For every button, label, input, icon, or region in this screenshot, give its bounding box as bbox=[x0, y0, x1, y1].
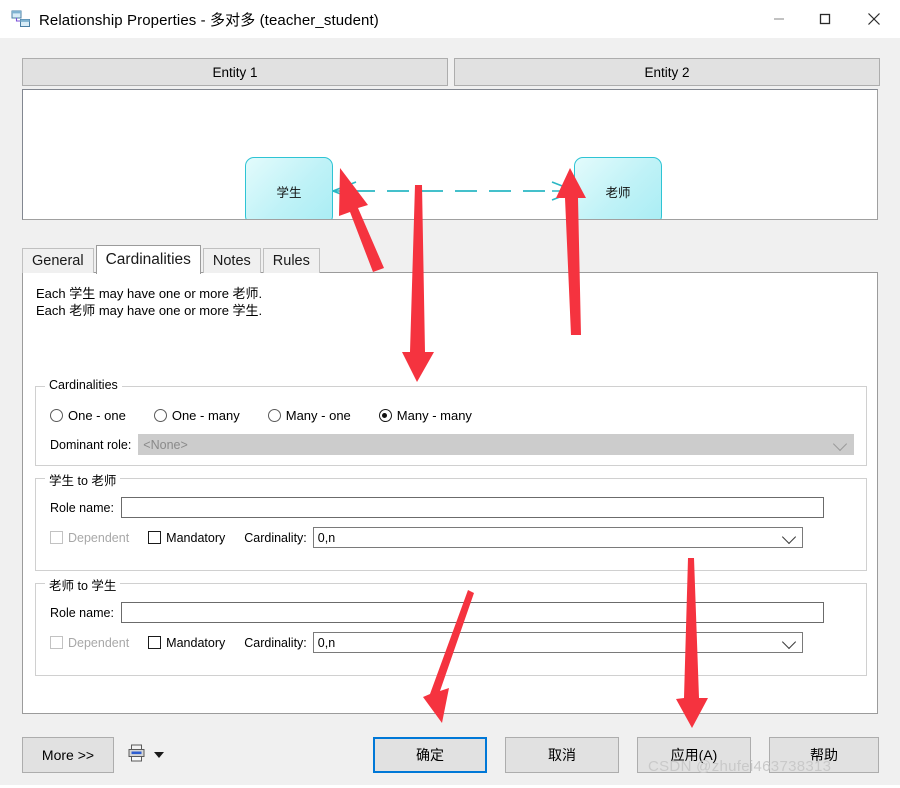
role-name-row: Role name: bbox=[50, 497, 824, 518]
entity-box-teacher[interactable]: 老师 bbox=[574, 157, 662, 219]
relationship-diagram-panel[interactable]: 学生 老师 bbox=[22, 89, 878, 220]
dominant-role-row: Dominant role: <None> bbox=[50, 434, 856, 455]
dependent-checkbox[interactable]: Dependent bbox=[50, 636, 129, 650]
printer-icon[interactable] bbox=[128, 744, 145, 765]
role-name-row: Role name: bbox=[50, 602, 824, 623]
radio-indicator bbox=[50, 409, 63, 422]
relationship-icon bbox=[11, 10, 31, 28]
checkbox-indicator bbox=[148, 636, 162, 649]
mandatory-label: Mandatory bbox=[166, 530, 226, 545]
role-options-row: Dependent Mandatory Cardinality: 0,n bbox=[50, 632, 803, 653]
checkbox-indicator bbox=[50, 531, 63, 544]
window-controls bbox=[756, 0, 900, 38]
role-name-label: Role name: bbox=[50, 605, 114, 620]
tab-rules[interactable]: Rules bbox=[262, 248, 320, 273]
cardinalities-group: Cardinalities One - one One - many Many … bbox=[35, 378, 867, 466]
radio-many-one[interactable]: Many - one bbox=[267, 408, 351, 423]
chevron-down-icon bbox=[781, 529, 796, 544]
dependent-label: Dependent bbox=[68, 530, 130, 545]
radio-label: One - one bbox=[68, 408, 126, 423]
dependent-label: Dependent bbox=[68, 635, 130, 650]
cardinality-value: 0,n bbox=[317, 635, 336, 650]
mandatory-label: Mandatory bbox=[166, 635, 226, 650]
role-group-title: 学生 to 老师 bbox=[45, 470, 121, 489]
radio-many-many[interactable]: Many - many bbox=[378, 408, 472, 423]
close-button[interactable] bbox=[848, 0, 900, 38]
cardinalities-tab-page: Each 学生 may have one or more 老师. Each 老师… bbox=[22, 272, 878, 714]
role-options-row: Dependent Mandatory Cardinality: 0,n bbox=[50, 527, 803, 548]
minimize-button[interactable] bbox=[756, 0, 802, 38]
checkbox-indicator bbox=[148, 531, 162, 544]
mandatory-checkbox[interactable]: Mandatory bbox=[148, 636, 225, 650]
role-name-input[interactable] bbox=[120, 602, 824, 623]
window-title: Relationship Properties - 多对多 (teacher_s… bbox=[39, 11, 379, 29]
dominant-role-label: Dominant role: bbox=[50, 437, 132, 452]
cardinality-value: 0,n bbox=[317, 530, 336, 545]
dependent-checkbox[interactable]: Dependent bbox=[50, 531, 129, 545]
chevron-down-icon bbox=[781, 634, 796, 649]
role-group-student-to-teacher: 学生 to 老师 Role name: Dependent Mandatory … bbox=[35, 470, 867, 571]
title-bar: Relationship Properties - 多对多 (teacher_s… bbox=[0, 0, 900, 38]
cardinality-radio-group: One - one One - many Many - one Many - m… bbox=[50, 408, 500, 423]
entity-2-button[interactable]: Entity 2 bbox=[454, 58, 880, 86]
dialog-body: Entity 1 Entity 2 学生 老师 General Cardinal bbox=[0, 38, 900, 785]
role-name-label: Role name: bbox=[50, 500, 114, 515]
entity-header-bar: Entity 1 Entity 2 bbox=[22, 58, 880, 86]
cardinality-combobox[interactable]: 0,n bbox=[312, 527, 803, 548]
tab-general[interactable]: General bbox=[22, 248, 94, 273]
radio-one-many[interactable]: One - many bbox=[153, 408, 240, 423]
radio-label: One - many bbox=[171, 408, 240, 423]
maximize-button[interactable] bbox=[802, 0, 848, 38]
caret-down-icon[interactable] bbox=[154, 751, 164, 758]
radio-indicator bbox=[153, 409, 167, 422]
tab-notes[interactable]: Notes bbox=[202, 248, 261, 273]
ok-button[interactable]: 确定 bbox=[373, 737, 487, 773]
entity-box-student[interactable]: 学生 bbox=[245, 157, 333, 219]
checkbox-indicator bbox=[50, 636, 63, 649]
relationship-description: Each 学生 may have one or more 老师. Each 老师… bbox=[36, 286, 263, 318]
cardinality-label: Cardinality: bbox=[244, 635, 307, 650]
mandatory-checkbox[interactable]: Mandatory bbox=[148, 531, 225, 545]
dialog-footer: More >> 确定 取消 应用(A) 帮助 bbox=[0, 726, 900, 785]
cardinality-combobox[interactable]: 0,n bbox=[312, 632, 803, 653]
cardinality-label: Cardinality: bbox=[244, 530, 307, 545]
cardinalities-group-title: Cardinalities bbox=[45, 378, 122, 392]
chevron-down-icon bbox=[833, 436, 848, 451]
dominant-role-combobox[interactable]: <None> bbox=[138, 434, 855, 455]
role-group-teacher-to-student: 老师 to 学生 Role name: Dependent Mandatory … bbox=[35, 575, 867, 676]
dominant-role-value: <None> bbox=[143, 437, 188, 452]
radio-one-one[interactable]: One - one bbox=[50, 408, 126, 423]
entity-1-button[interactable]: Entity 1 bbox=[22, 58, 448, 86]
tab-strip: General Cardinalities Notes Rules bbox=[22, 245, 878, 274]
cancel-button[interactable]: 取消 bbox=[505, 737, 619, 773]
radio-label: Many - one bbox=[285, 408, 351, 423]
print-control-group bbox=[128, 744, 164, 765]
radio-indicator bbox=[267, 409, 281, 422]
role-name-input[interactable] bbox=[120, 497, 824, 518]
radio-label: Many - many bbox=[396, 408, 472, 423]
tab-cardinalities[interactable]: Cardinalities bbox=[95, 245, 201, 274]
watermark-text: CSDN @zhufei463738313 bbox=[648, 758, 832, 775]
radio-indicator bbox=[378, 409, 392, 422]
role-group-title: 老师 to 学生 bbox=[45, 575, 121, 594]
more-button[interactable]: More >> bbox=[22, 737, 114, 773]
